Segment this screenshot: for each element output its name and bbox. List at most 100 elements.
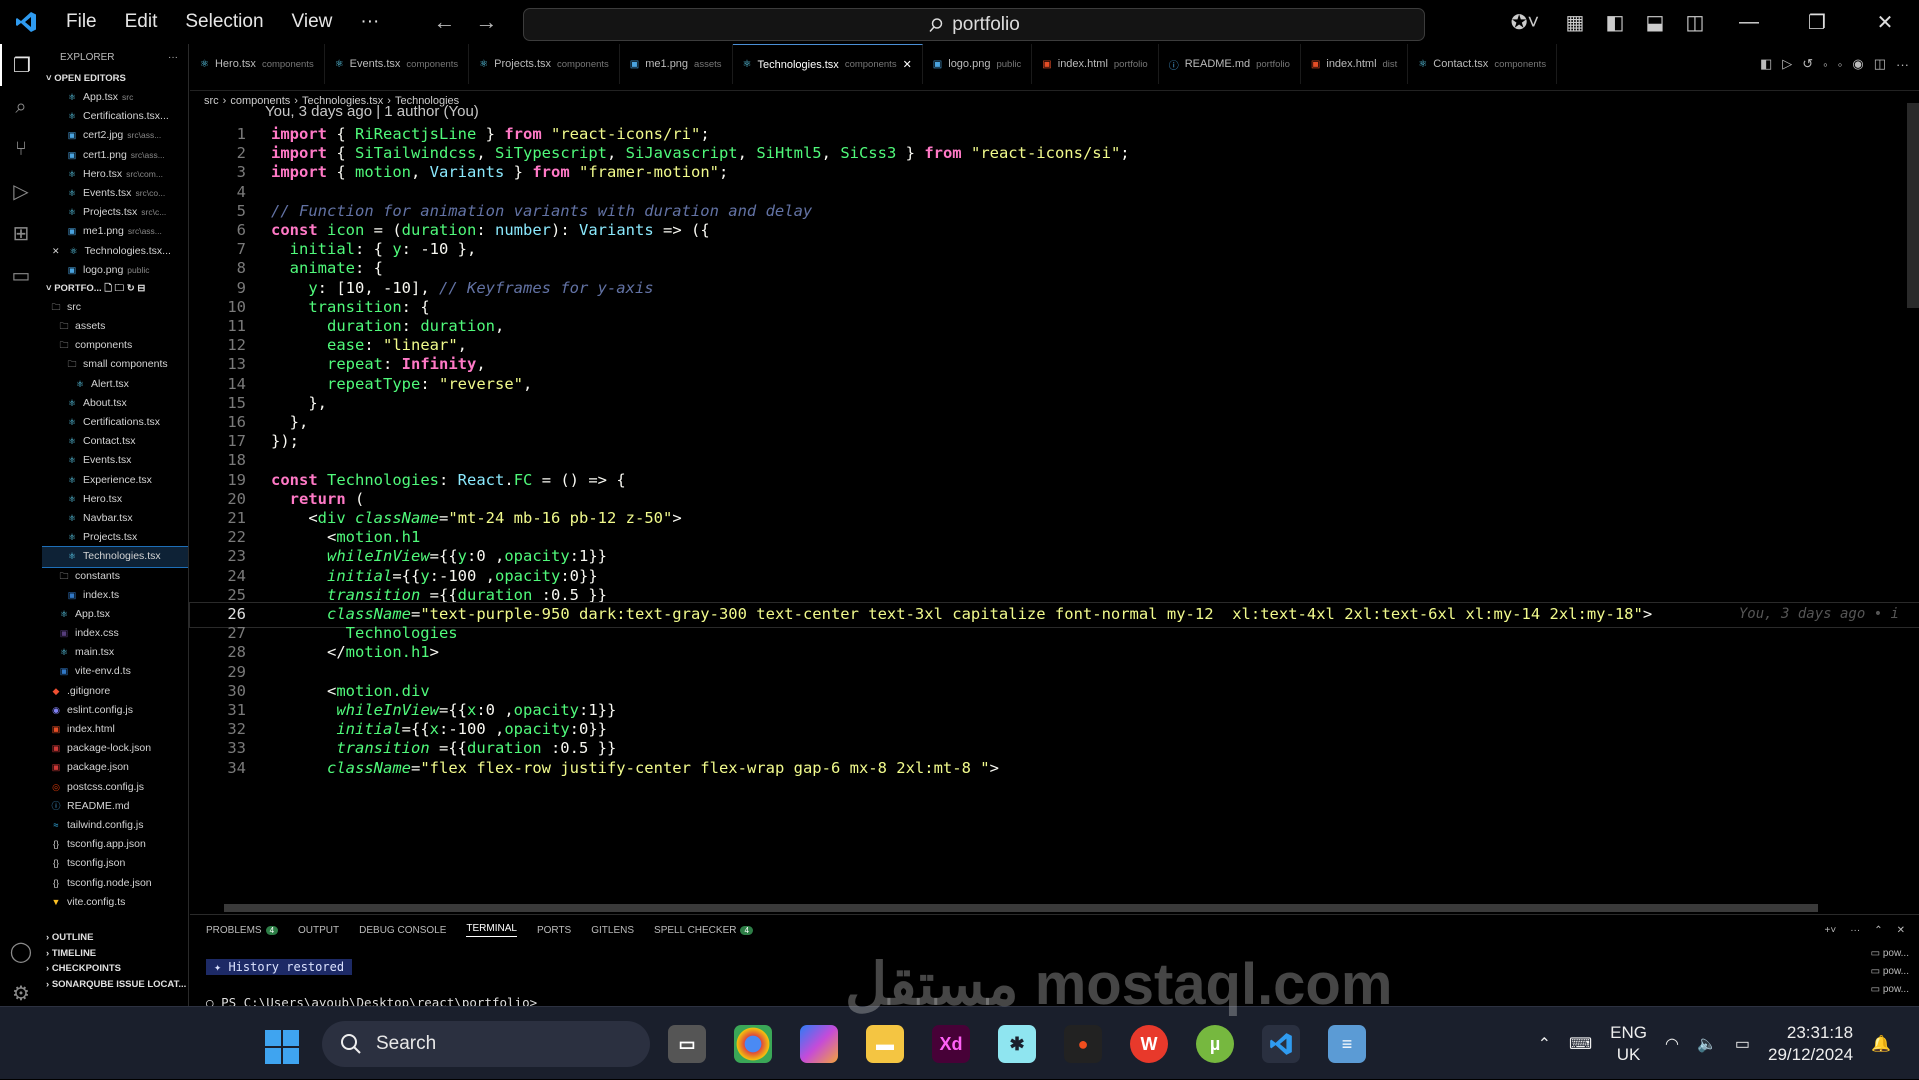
panel-tab[interactable]: PROBLEMS 4	[206, 925, 279, 936]
toggle-sidebar-icon[interactable]: ◧	[1595, 10, 1635, 35]
sidebar-section-2[interactable]: › CHECKPOINTS	[42, 961, 189, 977]
more-actions-icon[interactable]: ···	[168, 52, 178, 63]
open-editor-item[interactable]: ⚛ Certifications.tsx...	[42, 107, 188, 126]
horizontal-scrollbar[interactable]	[224, 904, 1818, 912]
close-tab-icon[interactable]: ✕	[903, 58, 912, 71]
editor-tab[interactable]: ▣ index.html dist	[1301, 44, 1409, 84]
tree-item[interactable]: ◎ postcss.config.js	[42, 778, 188, 797]
tree-item[interactable]: {} tsconfig.json	[42, 854, 188, 873]
sidebar-section-3[interactable]: › SONARQUBE ISSUE LOCAT...	[42, 977, 189, 993]
tree-item[interactable]: 🗀 components	[42, 336, 188, 355]
panel-tab[interactable]: DEBUG CONSOLE	[359, 925, 446, 936]
open-editor-item[interactable]: ⚛ App.tsx src	[42, 88, 188, 107]
close-button[interactable]: ✕	[1851, 10, 1919, 35]
more-icon[interactable]: ···	[1850, 925, 1860, 936]
close-panel-icon[interactable]: ✕	[1897, 925, 1905, 936]
new-folder-icon[interactable]: 🗀	[115, 283, 125, 294]
clock[interactable]: 23:31:18 29/12/2024	[1768, 1022, 1853, 1066]
wifi-icon[interactable]: ◠	[1665, 1034, 1679, 1054]
code-editor[interactable]: 1 import { RiReactjsLine } from "react-ic…	[189, 123, 1919, 913]
collapse-all-icon[interactable]: ⊟	[137, 283, 145, 294]
editor-tab[interactable]: ⚛ Projects.tsx components	[469, 44, 620, 84]
project-section[interactable]: ˅ PORTFO... 🗋 🗀 ↻ ⊟	[42, 280, 188, 298]
refresh-icon[interactable]: ↻	[127, 283, 135, 294]
editor-tab[interactable]: ⚛ Hero.tsx components	[190, 44, 325, 84]
tree-item[interactable]: 🗀 src	[42, 298, 188, 317]
editor-tab[interactable]: ▣ me1.png assets	[620, 44, 733, 84]
compare-icon[interactable]: ◧	[1760, 56, 1772, 72]
command-center-search[interactable]: portfolio	[523, 8, 1425, 41]
open-editor-item[interactable]: ▣ me1.png src\ass...	[42, 222, 188, 241]
panel-tab[interactable]: SPELL CHECKER 4	[654, 925, 753, 936]
layout-icon[interactable]: ▦	[1555, 10, 1595, 35]
copilot-app-icon[interactable]	[800, 1025, 838, 1063]
tree-item[interactable]: ⚛ Certifications.tsx	[42, 413, 188, 432]
open-editor-item[interactable]: ✕ ⚛ Technologies.tsx...	[42, 242, 188, 261]
forward-arrow-icon[interactable]: →	[475, 9, 497, 35]
toggle-panel-icon[interactable]: ⬓	[1635, 10, 1675, 35]
extensions-icon[interactable]: ⊞	[0, 212, 42, 254]
git-icon[interactable]: ◦	[1823, 57, 1828, 72]
taskbar-search[interactable]: Search	[322, 1021, 650, 1067]
file-explorer-icon[interactable]: ▬	[866, 1025, 904, 1063]
toggle-secondary-sidebar-icon[interactable]: ◫	[1675, 10, 1715, 35]
tree-item[interactable]: ⚛ Contact.tsx	[42, 432, 188, 451]
tree-item[interactable]: {} tsconfig.app.json	[42, 835, 188, 854]
notification-bell-icon[interactable]: 🔔	[1871, 1034, 1891, 1054]
snipping-tool-icon[interactable]: ✱	[998, 1025, 1036, 1063]
breadcrumb-item[interactable]: src	[204, 95, 219, 107]
open-editor-item[interactable]: ⚛ Projects.tsx src\c...	[42, 203, 188, 222]
menu-item[interactable]: Selection	[171, 0, 277, 44]
utorrent-icon[interactable]: µ	[1196, 1025, 1234, 1063]
panel-tab[interactable]: TERMINAL	[466, 923, 517, 937]
editor-tab[interactable]: ⚛ Contact.tsx components	[1408, 44, 1558, 84]
open-editor-item[interactable]: ▣ cert1.png src\ass...	[42, 146, 188, 165]
tree-item[interactable]: ⚛ Events.tsx	[42, 451, 188, 470]
explorer-icon[interactable]: ❐	[0, 44, 42, 86]
terminal-instance[interactable]: ▭ pow...	[1871, 945, 1909, 963]
volume-icon[interactable]: 🔈	[1697, 1034, 1717, 1054]
editor-tab[interactable]: ▣ index.html portfolio	[1032, 44, 1159, 84]
tree-item[interactable]: ⚛ App.tsx	[42, 605, 188, 624]
git-compare-icon[interactable]: ◦	[1838, 57, 1843, 72]
tree-item[interactable]: ⚛ Projects.tsx	[42, 528, 188, 547]
tree-item[interactable]: ◉ eslint.config.js	[42, 701, 188, 720]
search-icon[interactable]: ⌕	[0, 86, 42, 128]
account-icon[interactable]: ◯	[0, 930, 42, 972]
run-icon[interactable]: ▷	[1782, 56, 1792, 72]
more-icon[interactable]: ···	[1896, 57, 1909, 72]
open-editor-item[interactable]: ⚛ Events.tsx src\co...	[42, 184, 188, 203]
keyboard-icon[interactable]: ⌨	[1569, 1034, 1592, 1054]
tree-item[interactable]: ▣ package.json	[42, 758, 188, 777]
sidebar-section-1[interactable]: › TIMELINE	[42, 946, 189, 962]
vertical-scrollbar[interactable]	[1907, 103, 1919, 308]
run-debug-icon[interactable]: ▷	[0, 170, 42, 212]
panel-tab[interactable]: GITLENS	[591, 925, 634, 936]
sidebar-section-0[interactable]: › OUTLINE	[42, 930, 189, 946]
tree-item[interactable]: ▣ index.css	[42, 624, 188, 643]
open-editors-section[interactable]: ˅ OPEN EDITORS	[42, 70, 188, 88]
code-line[interactable]: 34 className="flex flex-row justify-cent…	[190, 757, 1919, 781]
close-editor-icon[interactable]: ✕	[52, 242, 60, 261]
open-editor-item[interactable]: ▣ logo.png public	[42, 261, 188, 280]
notepad-icon[interactable]: ≡	[1328, 1025, 1366, 1063]
tree-item[interactable]: ▣ index.html	[42, 720, 188, 739]
tree-item[interactable]: ▣ package-lock.json	[42, 739, 188, 758]
chevron-up-icon[interactable]: ⌃	[1538, 1034, 1551, 1054]
tree-item[interactable]: ▣ vite-env.d.ts	[42, 662, 188, 681]
open-editor-item[interactable]: ⚛ Hero.tsx src\com...	[42, 165, 188, 184]
tree-item[interactable]: 🗀 small components	[42, 355, 188, 374]
chrome-icon[interactable]	[734, 1025, 772, 1063]
editor-tab[interactable]: ⚛ Events.tsx components	[325, 44, 470, 84]
tree-item[interactable]: ⚛ Navbar.tsx	[42, 509, 188, 528]
new-file-icon[interactable]: 🗋	[104, 283, 112, 294]
tree-item[interactable]: ▼ vite.config.ts	[42, 893, 188, 912]
menu-item[interactable]: Edit	[111, 0, 172, 44]
panel-tab[interactable]: PORTS	[537, 925, 571, 936]
wps-office-icon[interactable]: W	[1130, 1025, 1168, 1063]
tree-item[interactable]: ◆ .gitignore	[42, 682, 188, 701]
terminal-instance[interactable]: ▭ pow...	[1871, 963, 1909, 981]
figma-icon[interactable]: ●	[1064, 1025, 1102, 1063]
panel-tab[interactable]: OUTPUT	[298, 925, 339, 936]
language-indicator[interactable]: ENG UK	[1610, 1022, 1647, 1066]
